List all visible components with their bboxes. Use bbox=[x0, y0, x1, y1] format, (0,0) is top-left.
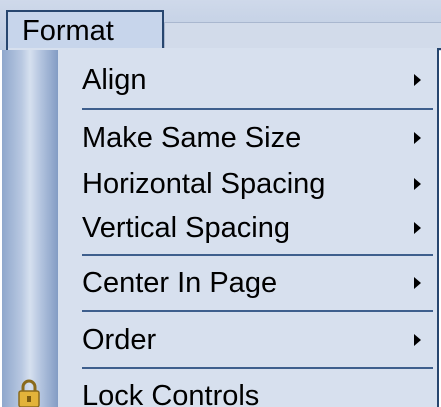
menu-separator bbox=[82, 310, 433, 312]
menu-item-label: Order bbox=[82, 324, 157, 356]
menu-item-label: Lock Controls bbox=[82, 380, 260, 407]
menu-item-align[interactable]: Align bbox=[60, 56, 436, 104]
menu-item-order[interactable]: Order bbox=[60, 316, 436, 364]
format-menu-tab[interactable]: Format bbox=[6, 10, 164, 50]
submenu-arrow-icon bbox=[414, 277, 421, 289]
screen: Format Align Make Same Size Horizontal S… bbox=[0, 0, 441, 407]
menu-icon-gutter bbox=[2, 50, 58, 407]
menubar: Format bbox=[0, 0, 441, 51]
submenu-arrow-icon bbox=[414, 74, 421, 86]
menu-item-lock-controls[interactable]: Lock Controls bbox=[60, 372, 436, 407]
submenu-arrow-icon bbox=[414, 334, 421, 346]
submenu-arrow-icon bbox=[414, 222, 421, 234]
menu-item-vertical-spacing[interactable]: Vertical Spacing bbox=[60, 204, 436, 252]
menubar-empty-area bbox=[164, 22, 441, 51]
menu-separator bbox=[82, 108, 433, 110]
menu-item-label: Horizontal Spacing bbox=[82, 168, 326, 200]
menu-item-label: Make Same Size bbox=[82, 122, 302, 154]
menu-item-center-in-page[interactable]: Center In Page bbox=[60, 259, 436, 307]
format-menu-label: Format bbox=[22, 15, 114, 47]
menu-item-make-same-size[interactable]: Make Same Size bbox=[60, 114, 436, 162]
lock-icon bbox=[17, 379, 41, 407]
menu-item-label: Align bbox=[82, 64, 147, 96]
menu-item-horizontal-spacing[interactable]: Horizontal Spacing bbox=[60, 160, 436, 208]
submenu-arrow-icon bbox=[414, 178, 421, 190]
menu-separator bbox=[82, 367, 433, 369]
menu-separator bbox=[82, 254, 433, 256]
submenu-arrow-icon bbox=[414, 132, 421, 144]
menu-item-label: Center In Page bbox=[82, 267, 278, 299]
menu-item-label: Vertical Spacing bbox=[82, 212, 290, 244]
